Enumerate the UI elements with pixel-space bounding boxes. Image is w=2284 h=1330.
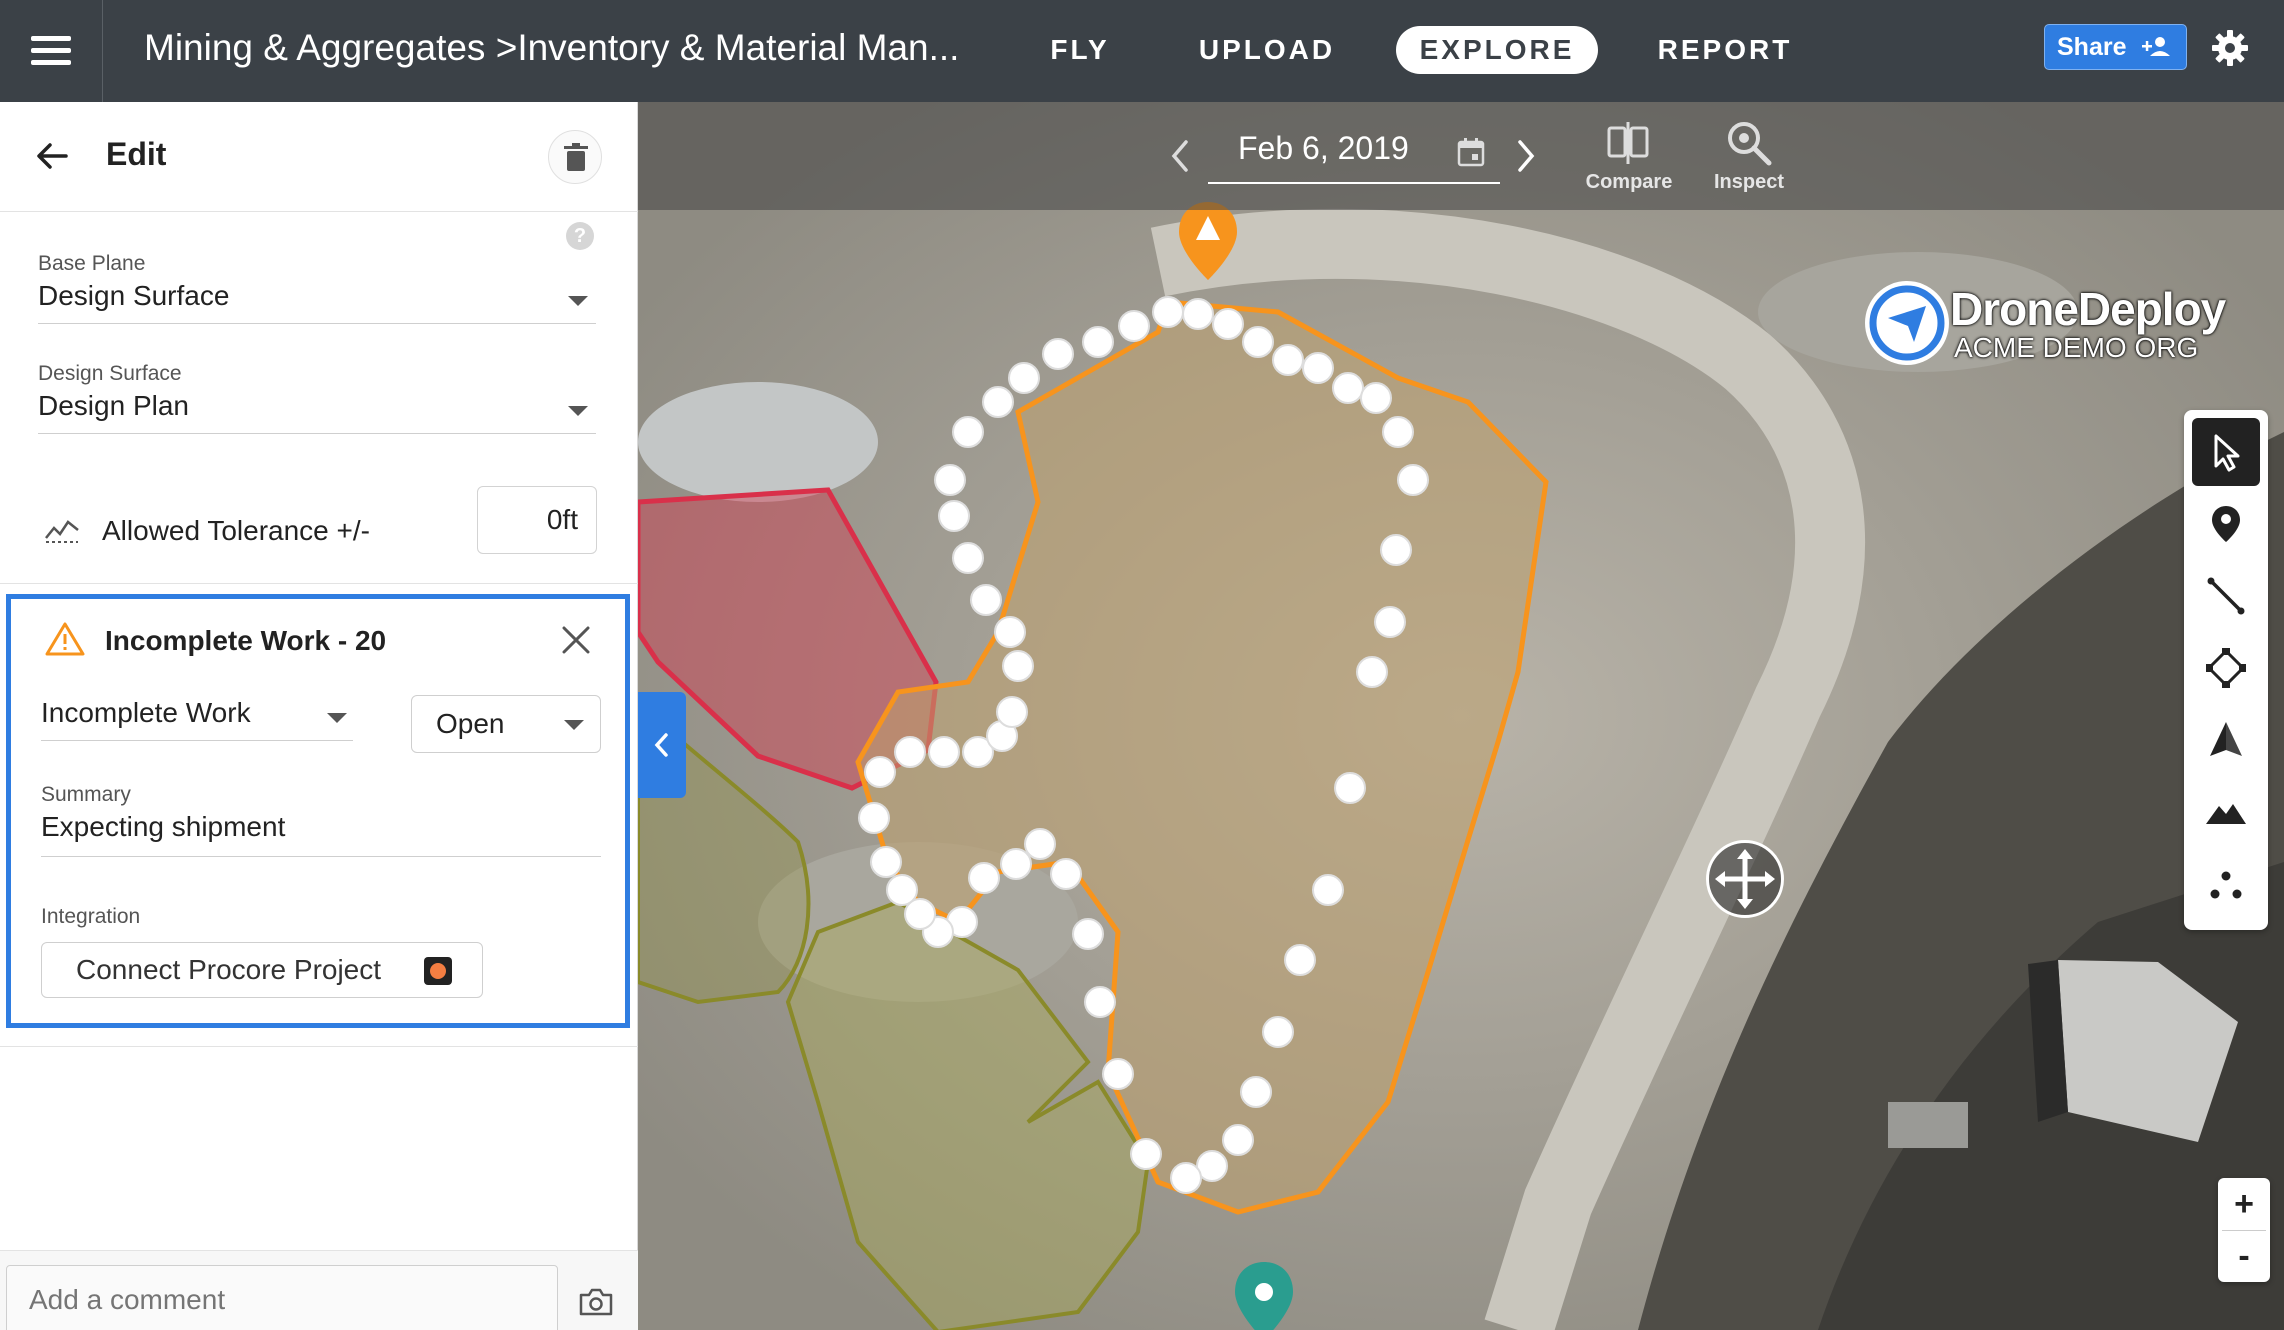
issue-status-value: Open: [436, 708, 505, 739]
points-icon: [2210, 871, 2242, 899]
zoom-control: + -: [2218, 1178, 2270, 1282]
line-icon: [2207, 577, 2245, 615]
tab-upload[interactable]: UPLOAD: [1190, 26, 1344, 74]
chevron-right-icon[interactable]: [1514, 136, 1538, 176]
chevron-down-icon: [568, 406, 588, 416]
design-surface-label: Design Surface: [38, 362, 182, 385]
issue-card: Incomplete Work - 20 Incomplete Work Ope…: [6, 594, 630, 1028]
breadcrumb[interactable]: Mining & Aggregates >Inventory & Materia…: [144, 0, 994, 102]
marker-icon: [2212, 506, 2240, 542]
volume-icon: [2210, 722, 2242, 756]
tab-explore[interactable]: EXPLORE: [1396, 26, 1598, 74]
summary-label: Summary: [41, 783, 131, 806]
logo-org: ACME DEMO ORG: [1954, 332, 2199, 363]
share-button-label: Share: [2057, 33, 2127, 61]
date-display[interactable]: Feb 6, 2019: [1238, 130, 1409, 167]
panel-divider: [0, 1046, 638, 1047]
base-plane-label: Base Plane: [38, 252, 146, 275]
calendar-icon[interactable]: [1456, 136, 1486, 168]
hamburger-icon-line: [31, 60, 71, 65]
tolerance-icon: [45, 520, 79, 543]
dronedeploy-logo-icon: [1865, 281, 1949, 365]
integration-label: Integration: [41, 905, 141, 928]
comment-input[interactable]: [6, 1265, 558, 1330]
compare-label[interactable]: Compare: [1574, 171, 1684, 194]
chevron-left-icon[interactable]: [1168, 136, 1192, 176]
tab-report[interactable]: REPORT: [1652, 26, 1798, 74]
edit-panel: Edit ? Base Plane Design Surface Design …: [0, 102, 638, 1330]
menu-button[interactable]: [0, 0, 103, 102]
elevation-icon: [2206, 804, 2246, 824]
top-bar: Mining & Aggregates >Inventory & Materia…: [0, 0, 2284, 102]
chevron-left-icon: [654, 733, 668, 757]
base-plane-select[interactable]: Design Surface: [38, 280, 596, 324]
panel-header: Edit: [0, 102, 638, 212]
camera-icon[interactable]: [578, 1287, 614, 1317]
zoom-in-button[interactable]: +: [2218, 1178, 2270, 1230]
base-plane-value: Design Surface: [38, 280, 230, 311]
chevron-down-icon: [568, 296, 588, 306]
hamburger-icon-line: [31, 48, 71, 53]
tab-fly[interactable]: FLY: [1040, 26, 1120, 74]
tolerance-label: Allowed Tolerance +/-: [102, 515, 370, 546]
delete-button[interactable]: [548, 130, 602, 184]
close-icon[interactable]: [559, 623, 593, 657]
chevron-down-icon: [564, 720, 584, 730]
collapse-panel-button[interactable]: [638, 692, 686, 798]
connect-procore-button[interactable]: Connect Procore Project: [41, 942, 483, 998]
design-surface-select[interactable]: Design Plan: [38, 390, 596, 434]
volume-tool-button[interactable]: [2192, 706, 2260, 774]
compare-icon[interactable]: [1604, 120, 1652, 168]
pointer-icon: [2214, 434, 2240, 472]
issue-type-select[interactable]: Incomplete Work: [41, 697, 353, 741]
elevation-tool-button[interactable]: [2192, 778, 2260, 846]
warning-icon: [45, 622, 85, 656]
gear-icon[interactable]: [2210, 28, 2250, 68]
back-arrow-icon[interactable]: [34, 138, 70, 174]
line-tool-button[interactable]: [2192, 562, 2260, 630]
connect-procore-label: Connect Procore Project: [76, 954, 382, 985]
inspect-label[interactable]: Inspect: [1694, 171, 1804, 194]
help-icon[interactable]: ?: [566, 222, 594, 250]
issue-type-value: Incomplete Work: [41, 697, 251, 728]
polygon-icon: [2206, 648, 2246, 688]
design-surface-value: Design Plan: [38, 390, 189, 421]
select-tool-button[interactable]: [2192, 418, 2260, 486]
polygon-tool-button[interactable]: [2192, 634, 2260, 702]
inspect-icon[interactable]: [1724, 118, 1774, 168]
points-tool-button[interactable]: [2192, 850, 2260, 918]
chevron-down-icon: [327, 713, 347, 723]
add-user-icon: [2142, 37, 2170, 56]
share-button[interactable]: Share: [2044, 24, 2187, 70]
date-underline: [1208, 182, 1500, 184]
tolerance-input[interactable]: 0ft: [477, 486, 597, 554]
issue-title: Incomplete Work - 20: [105, 625, 387, 656]
summary-field[interactable]: Expecting shipment: [41, 811, 601, 857]
zoom-out-button[interactable]: -: [2218, 1230, 2270, 1282]
comment-bar: [0, 1250, 638, 1330]
hamburger-icon: [31, 36, 71, 41]
move-handle[interactable]: [1706, 840, 1784, 918]
procore-logo-icon: [424, 957, 452, 985]
move-arrows-icon: [1715, 849, 1775, 909]
marker-tool-button[interactable]: [2192, 490, 2260, 558]
logo-name: DroneDeploy: [1950, 283, 2226, 335]
dronedeploy-logo: DroneDeploy ACME DEMO ORG: [1862, 278, 2242, 368]
panel-title: Edit: [106, 136, 167, 172]
trash-icon: [564, 143, 588, 171]
issue-status-select[interactable]: Open: [411, 695, 601, 753]
map-toolbar: [2184, 410, 2268, 930]
